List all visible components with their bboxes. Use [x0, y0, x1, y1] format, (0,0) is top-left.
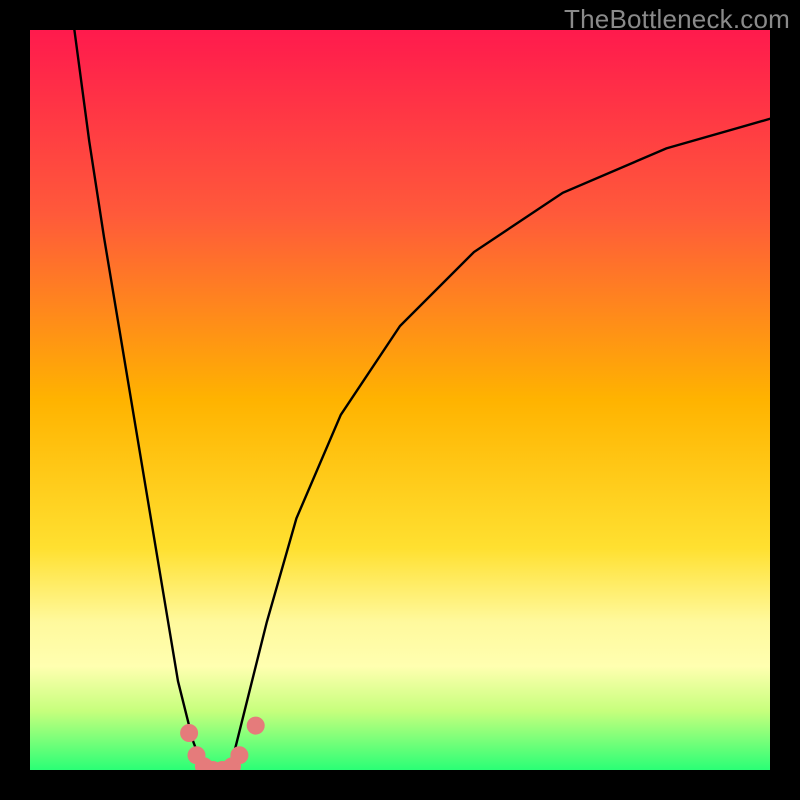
marker-dot: [230, 746, 248, 764]
marker-dot: [247, 717, 265, 735]
curve-layer: [30, 30, 770, 770]
marker-dot: [180, 724, 198, 742]
chart-frame: TheBottleneck.com: [0, 0, 800, 800]
plot-area: [30, 30, 770, 770]
right-branch: [230, 119, 770, 770]
left-branch: [74, 30, 204, 770]
